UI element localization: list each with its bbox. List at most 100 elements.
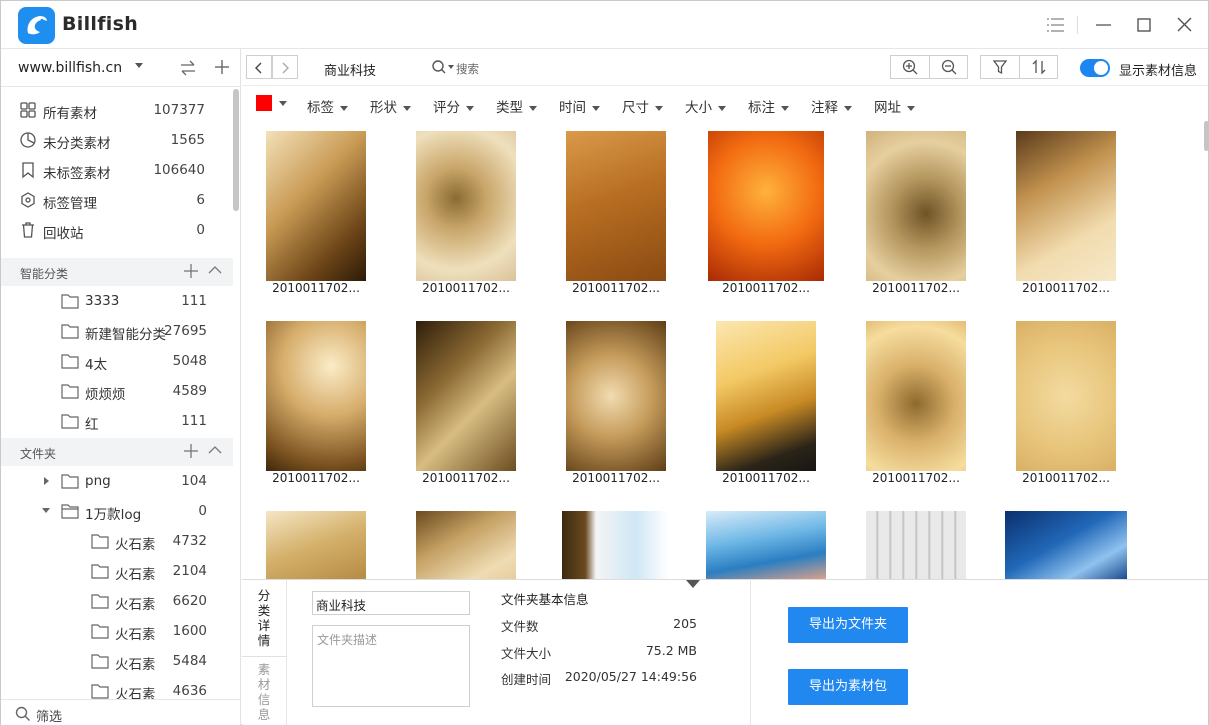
add-folder-icon[interactable] [183, 443, 199, 459]
folder-item-logs[interactable]: 1万款log 0 [1, 496, 231, 526]
zoom-in-button[interactable] [891, 56, 929, 78]
collapse-icon[interactable] [208, 445, 222, 455]
export-pack-button[interactable]: 导出为素材包 [788, 669, 908, 705]
thumbnail-image[interactable] [1016, 321, 1116, 471]
folder-name-input[interactable]: 商业科技 [312, 591, 470, 615]
sidebar-item-all[interactable]: 所有素材 107377 [1, 95, 231, 125]
folder-label: 烦烦烦 [85, 387, 126, 403]
section-title: 文件夹 [20, 447, 57, 461]
thumbnail-image[interactable] [716, 321, 816, 471]
sidebar-item-trash[interactable]: 回收站 0 [1, 215, 231, 245]
back-button[interactable] [246, 55, 272, 79]
thumbnail-image[interactable] [416, 321, 516, 471]
thumbnail-image[interactable] [706, 511, 826, 579]
thumbnail-image[interactable] [266, 511, 366, 579]
add-site-icon[interactable] [213, 58, 231, 76]
smart-category-item[interactable]: 4太 5048 [1, 346, 231, 376]
expand-arrow-icon[interactable] [43, 477, 51, 485]
folder-icon [61, 384, 79, 399]
thumbnail-image[interactable] [866, 321, 966, 471]
sidebar-item-label: 标签管理 [43, 196, 97, 212]
thumbnail-image[interactable] [416, 131, 516, 281]
folder-label: 红 [85, 417, 99, 433]
folder-label: 火石素 [115, 597, 156, 613]
folder-description-input[interactable]: 文件夹描述 [312, 625, 470, 707]
filter-annotation[interactable]: 标注 [748, 96, 789, 116]
site-selector[interactable]: www.billfish.cn [1, 49, 240, 87]
filter-shape[interactable]: 形状 [370, 96, 411, 116]
sidebar-item-tag-management[interactable]: 标签管理 6 [1, 185, 231, 215]
thumbnail-image[interactable] [416, 511, 516, 579]
caret-down-icon[interactable] [278, 100, 288, 107]
hexagon-icon [21, 192, 35, 208]
filter-tag[interactable]: 标签 [307, 96, 348, 116]
filter-time[interactable]: 时间 [559, 96, 600, 116]
title-bar: Billfish [1, 1, 1208, 49]
subfolder-item[interactable]: 火石素 2104 [1, 556, 231, 586]
info-panel: 分类详情 素材信息 商业科技 文件夹描述 文件夹基本信息 文件数 205 文件大… [242, 579, 1208, 725]
collapse-icon[interactable] [208, 265, 222, 275]
grid-scrollbar[interactable] [1204, 121, 1209, 151]
folder-count: 27695 [164, 323, 207, 339]
caret-down-icon[interactable] [134, 62, 144, 70]
add-smart-category-icon[interactable] [183, 263, 199, 279]
sidebar-item-untagged[interactable]: 未标签素材 106640 [1, 155, 231, 185]
folder-label: 火石素 [115, 567, 156, 583]
folder-count: 5484 [172, 653, 207, 669]
filter-comment[interactable]: 注释 [811, 96, 852, 116]
subfolder-item[interactable]: 火石素 4732 [1, 526, 231, 556]
thumbnail-caption: 2010011702... [722, 471, 810, 485]
thumbnail-image[interactable] [566, 131, 666, 281]
sort-button[interactable] [1019, 56, 1057, 78]
color-filter-swatch[interactable] [256, 95, 272, 111]
filter-size[interactable]: 大小 [685, 96, 726, 116]
sidebar-filter[interactable]: 筛选 [1, 699, 240, 725]
sidebar-item-uncategorized[interactable]: 未分类素材 1565 [1, 125, 231, 155]
subfolder-item[interactable]: 火石素 6620 [1, 586, 231, 616]
thumbnail-image[interactable] [866, 131, 966, 281]
search-input[interactable]: 搜索 [431, 59, 521, 77]
show-info-label: 显示素材信息 [1119, 64, 1198, 79]
tab-divider [242, 656, 286, 657]
swap-icon[interactable] [179, 59, 197, 77]
thumbnail-image[interactable] [1016, 131, 1116, 281]
collapse-arrow-icon[interactable] [42, 507, 51, 515]
forward-button[interactable] [272, 55, 298, 79]
subfolder-item[interactable]: 火石素 5484 [1, 646, 231, 676]
thumbnail-image[interactable] [866, 511, 966, 579]
thumbnail-caption: 2010011702... [1022, 471, 1110, 485]
filter-type[interactable]: 类型 [496, 96, 537, 116]
menu-icon[interactable] [1043, 13, 1067, 37]
subfolder-item[interactable]: 火石素 1600 [1, 616, 231, 646]
close-button[interactable] [1173, 13, 1197, 37]
filter-dimensions[interactable]: 尺寸 [622, 96, 663, 116]
thumbnail-image[interactable] [266, 321, 366, 471]
folder-item-png[interactable]: png 104 [1, 466, 231, 496]
smart-category-item[interactable]: 新建智能分类 27695 [1, 316, 231, 346]
filter-button[interactable] [981, 56, 1019, 78]
show-info-toggle[interactable] [1080, 59, 1110, 77]
tab-material-info[interactable]: 素材信息 [252, 662, 276, 722]
thumbnail-image[interactable] [266, 131, 366, 281]
thumbnail-image[interactable] [566, 321, 666, 471]
collapse-panel-icon[interactable] [686, 580, 700, 588]
zoom-out-button[interactable] [929, 56, 967, 78]
folder-count: 1600 [172, 623, 207, 639]
filter-rating[interactable]: 评分 [433, 96, 474, 116]
smart-category-item[interactable]: 3333 111 [1, 286, 231, 316]
smart-category-item[interactable]: 红 111 [1, 406, 231, 436]
search-placeholder: 搜索 [456, 62, 479, 76]
thumbnail-image[interactable] [562, 511, 668, 579]
minimize-button[interactable] [1092, 13, 1116, 37]
maximize-button[interactable] [1132, 13, 1156, 37]
export-folder-button[interactable]: 导出为文件夹 [788, 607, 908, 643]
thumbnail-image[interactable] [708, 131, 824, 281]
sidebar-scrollbar[interactable] [233, 89, 239, 211]
tab-category-details[interactable]: 分类详情 [252, 588, 276, 648]
folder-label: 火石素 [115, 657, 156, 673]
thumbnail-image[interactable] [1005, 511, 1127, 579]
file-size-label: 文件大小 [501, 646, 552, 661]
folder-section-header: 文件夹 [1, 438, 233, 466]
smart-category-item[interactable]: 烦烦烦 4589 [1, 376, 231, 406]
filter-url[interactable]: 网址 [874, 96, 915, 116]
